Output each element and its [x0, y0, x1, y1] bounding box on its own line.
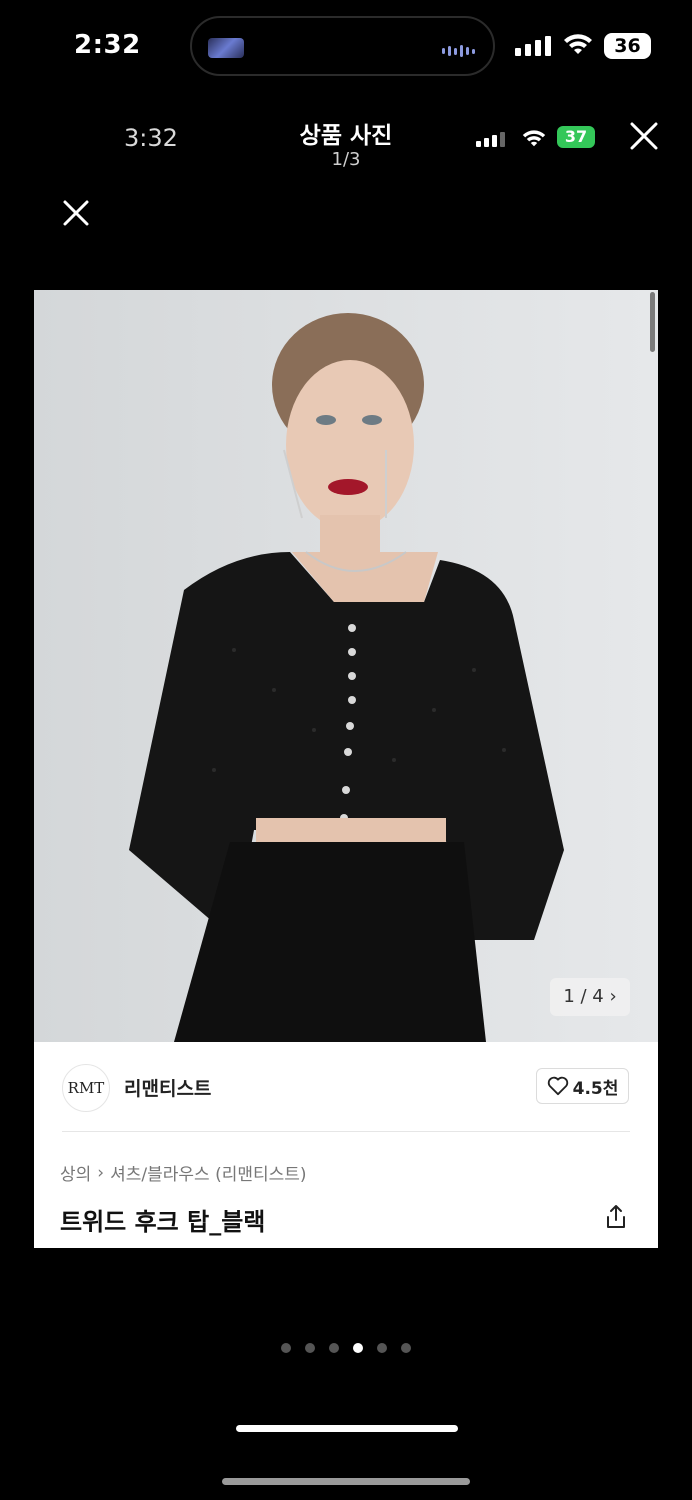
close-icon[interactable]	[60, 197, 92, 229]
audio-wave-icon	[442, 45, 475, 57]
brand-row[interactable]: RMT 리맨티스트 4.5천	[34, 1042, 658, 1132]
page-dot[interactable]	[401, 1343, 411, 1353]
breadcrumb-category[interactable]: 상의	[60, 1160, 91, 1185]
dynamic-island[interactable]	[190, 16, 495, 76]
chevron-right-icon: ›	[609, 986, 617, 1007]
brand-name[interactable]: 리맨티스트	[124, 1074, 211, 1101]
page-dot[interactable]	[305, 1343, 315, 1353]
image-counter-button[interactable]: 1 / 4 ›	[550, 978, 630, 1016]
like-button[interactable]: 4.5천	[536, 1068, 629, 1104]
product-title: 트위드 후크 탑_블랙	[60, 1208, 266, 1236]
page-dot[interactable]	[329, 1343, 339, 1353]
product-card: 1 / 4 › RMT 리맨티스트 4.5천 상의 › 셔츠/블라우스 (리맨티…	[34, 290, 658, 1248]
page-dot[interactable]	[353, 1343, 363, 1353]
now-playing-thumbnail	[208, 38, 244, 58]
brand-logo[interactable]: RMT	[62, 1064, 110, 1112]
share-icon[interactable]	[604, 1204, 628, 1230]
product-photo[interactable]: 1 / 4 ›	[34, 290, 658, 1042]
home-indicator[interactable]	[236, 1425, 458, 1432]
breadcrumb-subcategory[interactable]: 셔츠/블라우스 (리맨티스트)	[110, 1160, 306, 1185]
viewer-counter: 1/3	[331, 149, 361, 170]
image-counter-text: 1 / 4	[563, 986, 604, 1007]
page-dot[interactable]	[281, 1343, 291, 1353]
chevron-right-icon: ›	[97, 1162, 105, 1183]
viewer-title: 상품 사진	[299, 123, 393, 149]
breadcrumb: 상의 › 셔츠/블라우스 (리맨티스트)	[60, 1160, 307, 1186]
home-indicator-outer[interactable]	[222, 1478, 470, 1485]
divider	[62, 1131, 630, 1132]
page-dot[interactable]	[377, 1343, 387, 1353]
heart-icon	[547, 1076, 568, 1096]
page-indicator	[0, 1343, 692, 1353]
wifi-icon	[564, 34, 592, 54]
status-time: 2:32	[74, 30, 141, 60]
signal-icon	[515, 36, 551, 56]
scrollbar-thumb[interactable]	[650, 292, 655, 352]
close-icon[interactable]	[628, 120, 660, 152]
model-illustration	[34, 290, 658, 1042]
like-count: 4.5천	[572, 1078, 619, 1099]
battery-indicator: 36	[604, 33, 651, 59]
